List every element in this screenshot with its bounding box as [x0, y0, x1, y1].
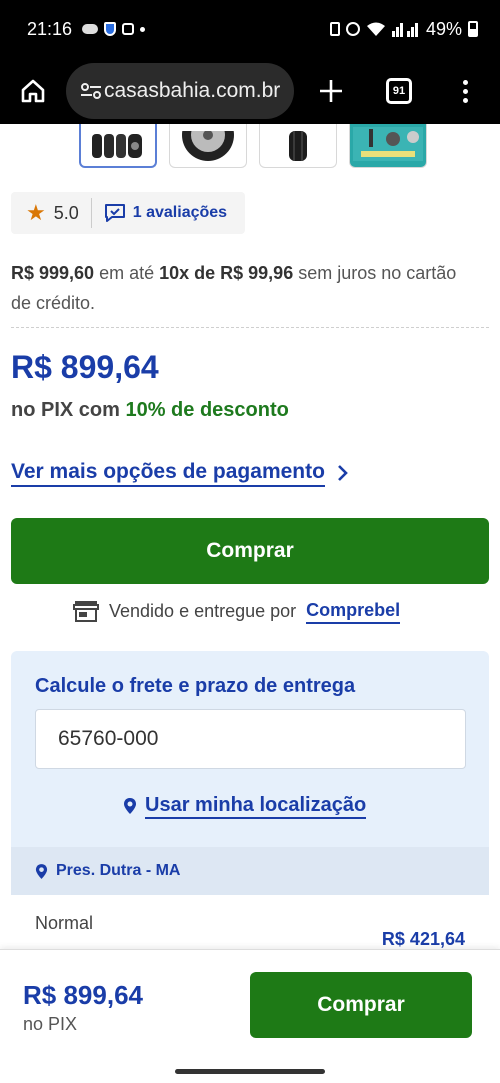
location-pin-icon — [124, 798, 136, 814]
menu-dot — [462, 88, 468, 94]
store-icon — [73, 601, 99, 622]
browser-menu-button[interactable] — [432, 58, 498, 124]
home-button[interactable] — [0, 58, 66, 124]
alarm-icon — [345, 22, 360, 36]
seller-prefix: Vendido e entregue por — [109, 600, 297, 621]
thumbnail-installation-kit[interactable] — [349, 124, 427, 168]
freight-calculator: Calcule o frete e prazo de entrega 65760… — [11, 651, 489, 955]
link-icon — [122, 23, 135, 35]
signal-icon — [391, 23, 418, 37]
thumbnail-tire-side[interactable] — [259, 124, 337, 168]
thumbnail-wheel[interactable] — [169, 124, 247, 168]
sticky-price-sub: no PIX — [23, 1014, 78, 1034]
pix-discount: 10% de desconto — [125, 399, 289, 421]
rating-score: 5.0 — [53, 202, 79, 223]
buy-button[interactable]: Comprar — [11, 518, 489, 584]
tire-side-image — [289, 131, 307, 161]
chevron-right-icon — [338, 465, 348, 481]
full-price: R$ 999,60 — [11, 263, 95, 283]
delivery-city: Pres. Dutra - MA — [11, 847, 489, 895]
dashed-divider — [11, 327, 489, 328]
location-pin-icon — [35, 863, 48, 879]
more-notifications-icon — [140, 26, 146, 32]
url-text: casasbahia.com.br — [104, 79, 281, 102]
pix-discount-line: no PIX com 10% de desconto — [11, 399, 289, 422]
reviews-link[interactable]: 1 avaliações — [104, 203, 227, 223]
seller-info: Vendido e entregue por Comprebel — [73, 598, 401, 624]
review-icon — [104, 204, 125, 222]
shipping-option[interactable]: Normal R$ 421,64 — [11, 895, 489, 955]
seller-link[interactable]: Comprebel — [306, 598, 401, 624]
new-tab-button[interactable] — [296, 58, 366, 124]
sticky-buy-bar: R$ 899,64 no PIX Comprar — [0, 949, 500, 1059]
shipping-option-name: Normal — [35, 913, 94, 933]
installments-info: R$ 999,60 em até 10x de R$ 99,96 sem jur… — [11, 258, 481, 318]
tab-count: 91 — [386, 78, 412, 104]
divider — [90, 198, 92, 228]
wifi-icon — [366, 22, 385, 36]
use-location-label: Usar minha localização — [145, 793, 367, 819]
status-time: 21:16 — [27, 18, 73, 39]
menu-dot — [462, 97, 468, 103]
cloud-icon — [82, 24, 99, 34]
battery-icon — [468, 21, 478, 37]
cep-input[interactable]: 65760-000 — [35, 709, 466, 769]
battery-percent: 49% — [425, 18, 462, 39]
pix-prefix: no PIX com — [11, 399, 126, 421]
shield-icon — [104, 22, 117, 36]
star-icon: ★ — [26, 200, 46, 225]
tab-switcher-button[interactable]: 91 — [366, 58, 432, 124]
menu-dot — [462, 79, 468, 85]
status-bar: 21:16 49% — [0, 0, 500, 58]
city-name: Pres. Dutra - MA — [56, 862, 181, 879]
tires-set-image — [92, 134, 142, 158]
freight-title: Calcule o frete e prazo de entrega — [35, 675, 356, 697]
rating-box: ★ 5.0 1 avaliações — [11, 192, 245, 234]
notification-icons — [82, 22, 146, 36]
home-icon — [21, 79, 45, 103]
system-icons: 49% — [329, 18, 478, 40]
installation-kit-image — [353, 127, 423, 161]
more-payment-label: Ver mais opções de pagamento — [11, 459, 325, 487]
installments-count: 10x de R$ 99,96 — [159, 263, 294, 283]
browser-toolbar: casasbahia.com.br 91 — [0, 58, 500, 124]
site-settings-icon[interactable] — [80, 82, 102, 100]
wheel-image — [182, 131, 234, 161]
sticky-price: R$ 899,64 — [23, 980, 143, 1010]
pix-price: R$ 899,64 — [11, 349, 159, 385]
more-payment-options-link[interactable]: Ver mais opções de pagamento — [11, 459, 349, 487]
thumbnail-tires-set[interactable] — [79, 124, 157, 168]
shipping-option-price: R$ 421,64 — [381, 929, 465, 949]
sticky-buy-button[interactable]: Comprar — [250, 972, 472, 1038]
product-thumbnails — [79, 124, 427, 168]
address-bar[interactable]: casasbahia.com.br — [66, 63, 294, 119]
reviews-label: 1 avaliações — [132, 204, 228, 221]
use-location-link[interactable]: Usar minha localização — [123, 793, 367, 819]
installments-text-1: em até — [94, 263, 160, 283]
plus-icon — [320, 80, 342, 102]
data-saver-icon — [329, 22, 340, 36]
gesture-handle[interactable] — [175, 1069, 325, 1074]
